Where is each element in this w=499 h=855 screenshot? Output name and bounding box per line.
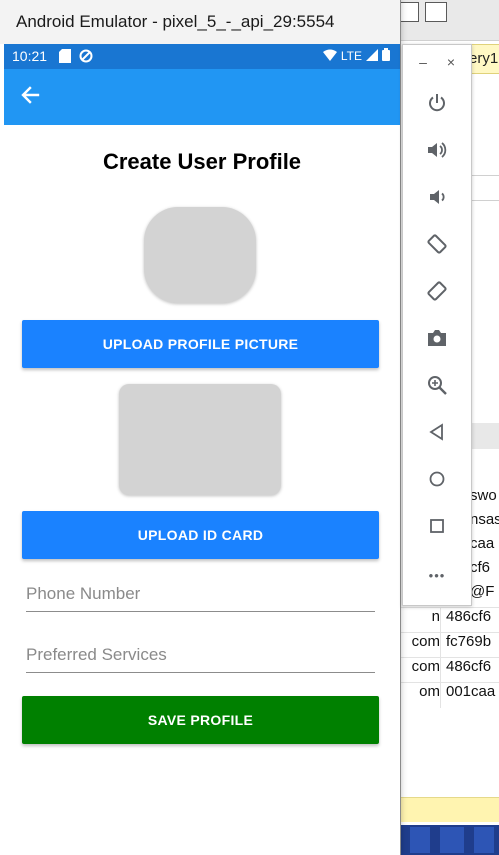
profile-form: Create User Profile UPLOAD PROFILE PICTU… (4, 125, 400, 855)
more-options-button[interactable]: ••• (421, 559, 453, 591)
background-taskbar (400, 825, 499, 855)
table-cell: fc769b (446, 633, 492, 650)
divider (470, 175, 499, 176)
screenshot-button[interactable] (421, 324, 453, 356)
wifi-icon (322, 49, 337, 64)
arrow-back-icon (20, 85, 40, 110)
background-cell: cf6 (470, 559, 491, 576)
id-card-placeholder (119, 384, 281, 495)
profile-picture-placeholder (144, 207, 256, 303)
nav-overview-button[interactable] (421, 512, 453, 544)
power-button[interactable] (421, 89, 453, 121)
page-title: Create User Profile (102, 149, 302, 174)
zoom-button[interactable] (421, 371, 453, 403)
background-cell: swo (470, 487, 497, 504)
overview-icon (426, 515, 448, 542)
signal-icon (366, 48, 378, 64)
zoom-icon (426, 374, 448, 401)
volume-down-icon (426, 186, 448, 213)
background-tab[interactable]: ery1 (468, 44, 499, 74)
status-time: 10:21 (12, 48, 48, 64)
sd-card-icon (59, 49, 71, 63)
battery-icon (382, 48, 390, 64)
rotate-left-icon (426, 233, 448, 260)
rotate-right-icon (426, 280, 448, 307)
window-title-bar[interactable]: Android Emulator - pixel_5_-_api_29:5554 (0, 0, 400, 44)
table-cell: com (411, 633, 440, 650)
nav-back-button[interactable] (421, 418, 453, 450)
background-cell: caa (470, 535, 495, 552)
divider (470, 200, 499, 201)
document-icon[interactable] (425, 2, 447, 22)
table-cell: 486cf6 (446, 658, 492, 675)
emulator-window: Android Emulator - pixel_5_-_api_29:5554… (0, 0, 401, 855)
app-bar (4, 69, 400, 125)
window-title: Android Emulator - pixel_5_-_api_29:5554 (16, 12, 335, 31)
android-status-bar: 10:21 LTE (4, 44, 400, 69)
network-type: LTE (340, 49, 362, 63)
table-row[interactable]: om 001caa (400, 682, 499, 708)
table-cell: 486cf6 (446, 608, 492, 625)
background-cell: @F (470, 583, 495, 600)
background-header-band (470, 423, 499, 449)
upload-id-card-button[interactable]: UPLOAD ID CARD (22, 511, 379, 559)
rotate-left-button[interactable] (421, 230, 453, 262)
minimize-button[interactable]: – (415, 53, 431, 71)
rotate-right-button[interactable] (421, 277, 453, 309)
nav-home-button[interactable] (421, 465, 453, 497)
close-button[interactable]: × (443, 53, 459, 71)
volume-up-button[interactable] (421, 136, 453, 168)
table-cell: 001caa (446, 683, 496, 700)
back-button[interactable] (14, 81, 46, 113)
emulator-control-panel: – × ••• (402, 44, 472, 606)
background-status-strip (400, 797, 499, 822)
save-profile-button[interactable]: SAVE PROFILE (22, 696, 379, 744)
volume-up-icon (426, 139, 448, 166)
table-row[interactable]: com 486cf6 (400, 657, 499, 683)
preferred-services-input[interactable] (26, 638, 375, 672)
sync-disabled-icon (79, 49, 93, 63)
more-icon: ••• (428, 567, 446, 583)
volume-down-button[interactable] (421, 183, 453, 215)
phone-number-input[interactable] (26, 577, 375, 611)
table-cell: n (431, 608, 440, 625)
home-icon (426, 468, 448, 495)
background-tab-label: ery1 (469, 50, 499, 67)
status-indicators: LTE (322, 48, 390, 64)
power-icon (426, 92, 448, 119)
upload-profile-picture-button[interactable]: UPLOAD PROFILE PICTURE (22, 320, 379, 368)
table-cell: om (419, 683, 440, 700)
phone-number-field[interactable] (26, 577, 375, 612)
background-toolbar (395, 0, 499, 41)
back-icon (426, 421, 448, 448)
background-cell: nsas (470, 511, 499, 528)
camera-icon (426, 327, 448, 354)
table-row[interactable]: n 486cf6 (400, 607, 499, 633)
preferred-services-field[interactable] (26, 638, 375, 673)
table-cell: com (411, 658, 440, 675)
table-row[interactable]: com fc769b (400, 632, 499, 658)
